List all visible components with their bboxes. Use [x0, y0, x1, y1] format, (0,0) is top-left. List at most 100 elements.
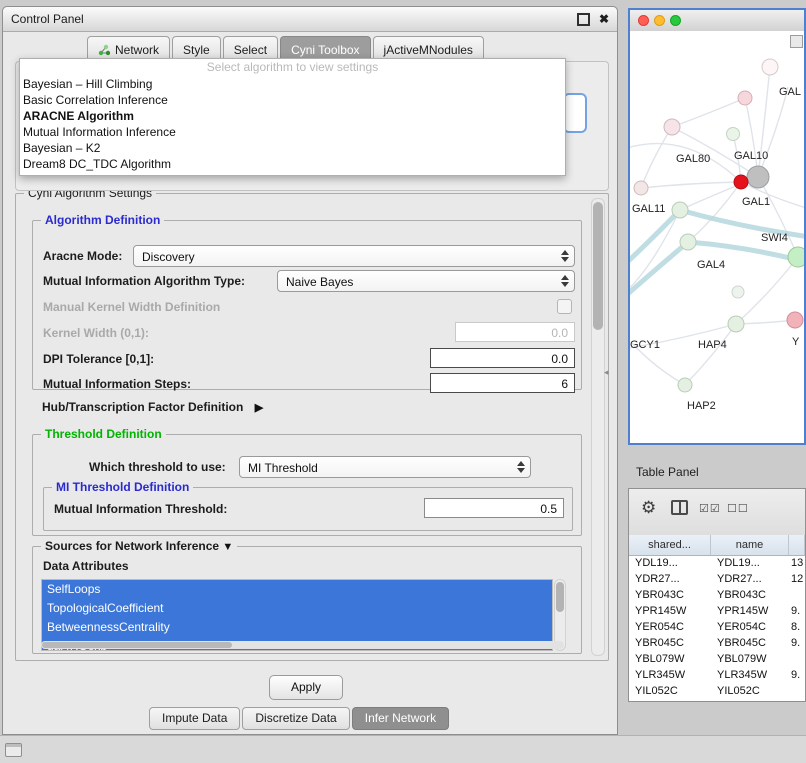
network-node[interactable] — [787, 312, 803, 328]
tab-impute-data[interactable]: Impute Data — [149, 707, 240, 730]
cell-shared-name: YBR045C — [629, 635, 711, 651]
network-node[interactable] — [788, 247, 804, 267]
unchecked-boxes-icon[interactable]: ☐☐ — [727, 502, 749, 515]
network-node[interactable] — [634, 181, 648, 195]
network-tab-icon — [98, 44, 110, 56]
cell-extra: 9. — [789, 635, 805, 651]
hub-section-label: Hub/Transcription Factor Definition — [42, 400, 243, 414]
cell-extra — [789, 683, 805, 699]
canvas-corner-button[interactable] — [790, 35, 803, 48]
dpi-tolerance-field[interactable]: 0.0 — [430, 348, 575, 368]
table-columns-icon[interactable] — [671, 500, 688, 515]
dropdown-item[interactable]: Mutual Information Inference — [20, 124, 565, 140]
network-node[interactable] — [762, 59, 778, 75]
table-row[interactable]: YIL052C YIL052C — [629, 683, 805, 699]
table-row[interactable]: YLR345W YLR345W 9. — [629, 667, 805, 683]
cell-shared-name: YBL079W — [629, 651, 711, 667]
network-node[interactable] — [732, 286, 744, 298]
list-item[interactable]: BetweennessCentrality — [42, 618, 552, 637]
tab-label: Style — [183, 43, 210, 57]
settings-scrollbar[interactable] — [591, 198, 605, 656]
aracne-mode-combo[interactable]: Discovery — [133, 245, 575, 267]
table-row[interactable]: YBL079W YBL079W — [629, 651, 805, 667]
traffic-light-zoom-icon[interactable] — [670, 15, 681, 26]
tab-discretize-data[interactable]: Discretize Data — [242, 707, 349, 730]
dpi-tolerance-label: DPI Tolerance [0,1]: — [43, 352, 154, 366]
tab-style[interactable]: Style — [172, 36, 221, 60]
mi-threshold-label: Mutual Information Threshold: — [54, 502, 227, 516]
tab-cyni-toolbox[interactable]: Cyni Toolbox — [280, 36, 370, 60]
table-body: YDL19... YDL19... 13 YDR27... YDR27... 1… — [629, 555, 805, 701]
cell-name: YBL079W — [711, 651, 789, 667]
tab-infer-network[interactable]: Infer Network — [352, 707, 449, 730]
node-label-gal4: GAL4 — [697, 259, 725, 271]
algorithm-combo-fragment[interactable] — [563, 93, 587, 133]
list-hscrollbar[interactable] — [41, 641, 564, 649]
window-close-icon[interactable]: ✖ — [599, 13, 609, 25]
dropdown-item-selected[interactable]: ARACNE Algorithm — [20, 108, 565, 124]
dropdown-item[interactable]: Basic Correlation Inference — [20, 92, 565, 108]
gear-icon[interactable]: ⚙ — [641, 498, 656, 518]
sources-title[interactable]: Sources for Network Inference ▼ — [41, 539, 237, 553]
control-panel-titlebar[interactable]: Control Panel ✖ — [3, 7, 617, 32]
list-item[interactable]: SelfLoops — [42, 580, 552, 599]
network-node-gal4[interactable] — [680, 234, 696, 250]
network-node[interactable] — [727, 128, 740, 141]
hub-section-toggle[interactable]: Hub/Transcription Factor Definition ▶ — [42, 400, 263, 414]
window-float-icon[interactable] — [577, 13, 590, 26]
list-item[interactable]: TopologicalCoefficient — [42, 599, 552, 618]
kernel-width-field[interactable]: 0.0 — [455, 322, 575, 342]
dropdown-item[interactable]: Bayesian – K2 — [20, 140, 565, 156]
column-header-extra[interactable] — [789, 535, 805, 555]
cell-extra: 9. — [789, 603, 805, 619]
dropdown-item[interactable]: Dream8 DC_TDC Algorithm — [20, 156, 565, 172]
table-row[interactable]: YDR27... YDR27... 12 — [629, 571, 805, 587]
apply-button[interactable]: Apply — [269, 675, 343, 700]
table-row[interactable]: YBR045C YBR045C 9. — [629, 635, 805, 651]
column-header-shared-name[interactable]: shared... — [629, 535, 711, 555]
manual-kernel-checkbox[interactable] — [557, 299, 572, 314]
scrollbar-thumb[interactable] — [42, 642, 232, 648]
control-panel-tabbar: Network Style Select Cyni Toolbox jActiv… — [87, 36, 484, 60]
which-threshold-combo[interactable]: MI Threshold — [239, 456, 531, 478]
cell-extra: 8. — [789, 619, 805, 635]
table-row[interactable]: YDL19... YDL19... 13 — [629, 555, 805, 571]
network-node[interactable] — [738, 91, 752, 105]
tab-select[interactable]: Select — [223, 36, 278, 60]
column-header-name[interactable]: name — [711, 535, 789, 555]
tab-network[interactable]: Network — [87, 36, 170, 60]
network-node-hap2[interactable] — [678, 378, 692, 392]
cell-name: YER054C — [711, 619, 789, 635]
traffic-light-minimize-icon[interactable] — [654, 15, 665, 26]
tab-jactivemnodules[interactable]: jActiveMNodules — [373, 36, 484, 60]
network-node-gal11[interactable] — [672, 202, 688, 218]
aracne-mode-label: Aracne Mode: — [43, 249, 122, 263]
checked-boxes-icon[interactable]: ☑☑ — [699, 502, 721, 515]
network-node-gal10[interactable] — [747, 166, 769, 188]
cell-name: YIL052C — [711, 683, 789, 699]
tab-label: Select — [234, 43, 267, 57]
docked-window-icon[interactable] — [5, 743, 22, 757]
table-row[interactable]: YBR043C YBR043C — [629, 587, 805, 603]
traffic-light-close-icon[interactable] — [638, 15, 649, 26]
panel-splitter-handle[interactable]: ◂ — [604, 367, 609, 378]
cell-name: YBR045C — [711, 635, 789, 651]
node-label-clipped: Y — [792, 336, 800, 348]
mi-type-combo[interactable]: Naive Bayes — [277, 270, 575, 292]
mi-steps-field[interactable]: 6 — [430, 373, 575, 393]
network-canvas[interactable]: GAL80 GAL10 GAL1 GAL11 SWI4 GAL4 GCY1 HA… — [630, 31, 804, 443]
table-row[interactable]: YPR145W YPR145W 9. — [629, 603, 805, 619]
network-node[interactable] — [664, 119, 680, 135]
cell-name: YBR043C — [711, 587, 789, 603]
scrollbar-thumb[interactable] — [556, 582, 564, 612]
network-window-titlebar[interactable] — [630, 10, 804, 32]
scrollbar-thumb[interactable] — [593, 202, 603, 330]
network-node-hap4[interactable] — [728, 316, 744, 332]
table-row[interactable]: YER054C YER054C 8. — [629, 619, 805, 635]
mi-threshold-field[interactable]: 0.5 — [424, 498, 564, 518]
cell-name: YDL19... — [711, 555, 789, 571]
network-node-selected-red[interactable] — [734, 175, 748, 189]
dropdown-item[interactable]: Bayesian – Hill Climbing — [20, 76, 565, 92]
bottom-tabbar: Impute Data Discretize Data Infer Networ… — [149, 707, 449, 730]
threshold-definition-group: Threshold Definition Which threshold to … — [32, 434, 582, 536]
